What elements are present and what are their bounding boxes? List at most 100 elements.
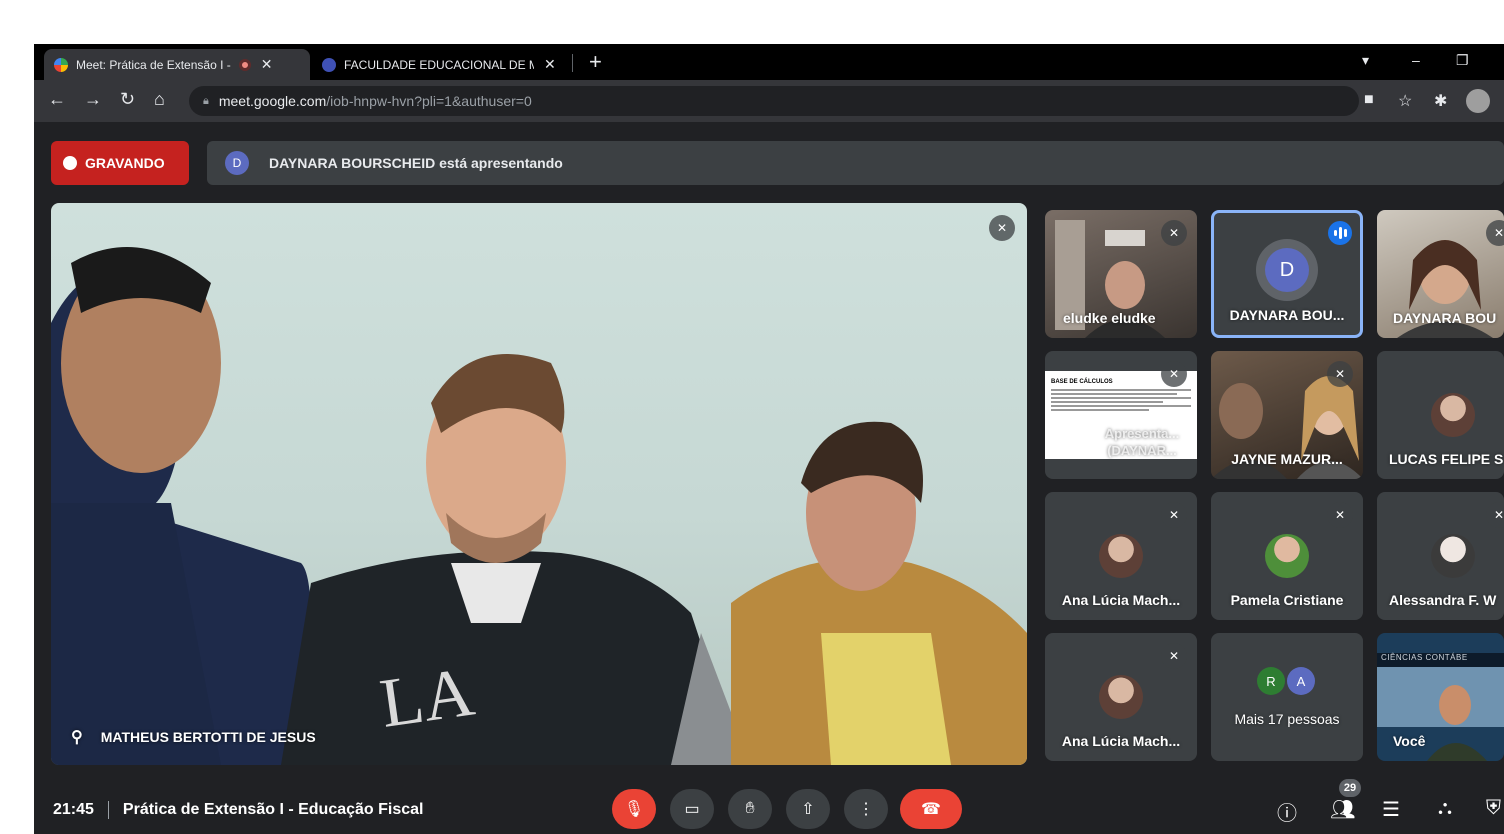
participant-name: Alessandra F. W: [1389, 592, 1497, 608]
self-view-banner: CIÊNCIAS CONTÁBE: [1381, 653, 1468, 662]
video-camera-icon: ▭: [684, 801, 700, 818]
divider: [107, 801, 109, 819]
mic-off-icon: ✕: [1161, 361, 1187, 387]
more-people-label: Mais 17 pessoas: [1234, 711, 1340, 727]
restore-icon[interactable]: ❐: [1456, 52, 1469, 69]
recording-indicator-icon: [238, 58, 251, 71]
camera-in-use-icon[interactable]: ■: [1364, 91, 1374, 109]
reload-icon[interactable]: ↻: [120, 89, 135, 109]
participant-tile-speaking[interactable]: D DAYNARA BOU...: [1211, 210, 1363, 338]
speaking-indicator-icon: [1328, 221, 1352, 245]
minimize-icon[interactable]: –: [1412, 52, 1420, 68]
people-icon[interactable]: 👥︎: [1330, 797, 1355, 822]
bookmark-star-icon[interactable]: ☆: [1398, 91, 1412, 111]
participant-tile[interactable]: ✕ Pamela Cristiane: [1211, 492, 1363, 620]
extensions-icon[interactable]: ✱: [1434, 91, 1447, 111]
tab-divider: [572, 54, 573, 72]
mic-off-icon: ✕: [1161, 643, 1187, 669]
mic-off-icon: ✕: [1327, 361, 1353, 387]
participant-name: Ana Lúcia Mach...: [1061, 592, 1181, 608]
mic-off-icon: ✕: [989, 215, 1015, 241]
main-video[interactable]: LA ✕ ⚲ MATHEUS BERTOTTI DE JESUS: [51, 203, 1027, 765]
participant-tile[interactable]: ✕ JAYNE MAZUR...: [1211, 351, 1363, 479]
close-tab-icon[interactable]: ✕: [261, 56, 273, 73]
mic-off-icon: ✕: [1161, 502, 1187, 528]
more-options-button[interactable]: ⋮: [844, 789, 888, 829]
participant-name: DAYNARA BOU...: [1229, 307, 1345, 323]
meeting-details: 21:45 Prática de Extensão I - Educação F…: [53, 801, 424, 819]
chat-icon[interactable]: ☰: [1382, 797, 1400, 822]
hang-up-icon: ☎︎: [921, 801, 941, 818]
participant-avatar: [1099, 534, 1143, 578]
tab-search-icon[interactable]: ▾: [1362, 52, 1369, 69]
faculdade-favicon-icon: [322, 57, 336, 72]
close-tab-icon[interactable]: ✕: [544, 56, 556, 73]
tab-meet[interactable]: Meet: Prática de Extensão I - ✕: [44, 49, 310, 80]
participant-name: eludke eludke: [1063, 310, 1156, 326]
url-domain: meet.google.com: [218, 93, 327, 109]
tab-title: Meet: Prática de Extensão I -: [76, 57, 231, 72]
new-tab-icon[interactable]: +: [589, 51, 602, 73]
participant-tile[interactable]: ✕ DAYNARA BOU: [1377, 210, 1504, 338]
svg-text:LA: LA: [376, 654, 480, 743]
more-vert-icon: ⋮: [858, 801, 874, 818]
tab-title: FACULDADE EDUCACIONAL DE M: [344, 57, 534, 72]
meeting-info-icon[interactable]: ⓘ: [1277, 797, 1297, 826]
mini-avatar: R: [1257, 667, 1285, 695]
activities-icon[interactable]: ⛬: [1438, 797, 1452, 820]
hand-icon: ✋︎: [745, 800, 755, 817]
leave-call-button[interactable]: ☎︎: [900, 789, 962, 829]
home-icon[interactable]: ⌂: [154, 89, 165, 109]
more-people-avatars: R A: [1257, 667, 1315, 695]
camera-toggle-button[interactable]: ▭: [670, 789, 714, 829]
pin-icon[interactable]: ⚲: [71, 727, 83, 747]
meeting-title: Prática de Extensão I - Educação Fiscal: [122, 801, 424, 818]
tab-strip: Meet: Prática de Extensão I - ✕ FACULDAD…: [34, 44, 1504, 80]
participant-tile[interactable]: ✕ eludke eludke: [1045, 210, 1197, 338]
present-screen-button[interactable]: ⇧: [786, 789, 830, 829]
presenting-text: DAYNARA BOURSCHEID está apresentando: [269, 155, 563, 171]
participant-name: Ana Lúcia Mach...: [1061, 733, 1181, 749]
participant-tile[interactable]: ✕ Ana Lúcia Mach...: [1045, 492, 1197, 620]
mic-off-icon: ✕: [1327, 502, 1353, 528]
participant-name: JAYNE MAZUR...: [1231, 451, 1343, 467]
mic-off-icon: ✕: [1161, 220, 1187, 246]
tab-faculdade[interactable]: FACULDADE EDUCACIONAL DE M ✕: [312, 49, 572, 80]
participant-avatar: D: [1256, 239, 1318, 301]
presenter-avatar: D: [225, 151, 249, 175]
self-view-tile[interactable]: CIÊNCIAS CONTÁBE Você: [1377, 633, 1504, 761]
video-people-graphic: LA: [51, 247, 1027, 765]
participant-tile[interactable]: ✕ Ana Lúcia Mach...: [1045, 633, 1197, 761]
meet-favicon-icon: [54, 57, 68, 72]
participant-name: LUCAS FELIPE S: [1389, 451, 1504, 467]
address-toolbar: ← → ↻ ⌂ 🔒︎ meet.google.com /iob-hnpw-hvn…: [34, 80, 1504, 122]
mic-toggle-button[interactable]: 🎙︎: [612, 789, 656, 829]
participant-avatar: [1431, 393, 1475, 437]
profile-avatar[interactable]: [1466, 89, 1490, 113]
browser-window: Meet: Prática de Extensão I - ✕ FACULDAD…: [34, 44, 1504, 834]
main-speaker-name: MATHEUS BERTOTTI DE JESUS: [100, 729, 316, 745]
participant-count-badge: 29: [1339, 779, 1361, 797]
back-icon[interactable]: ←: [48, 89, 66, 109]
present-icon: ⇧: [801, 801, 815, 818]
meeting-time: 21:45: [53, 801, 94, 818]
presenting-banner: D DAYNARA BOURSCHEID está apresentando: [207, 141, 1504, 185]
host-controls-icon[interactable]: ⛨: [1486, 797, 1501, 820]
recording-badge: GRAVANDO: [51, 141, 189, 185]
participant-avatar: [1431, 534, 1475, 578]
participant-tile-presentation[interactable]: BASE DE CÁLCULOS ✕ Apresenta... (DAYNAR.…: [1045, 351, 1197, 479]
participant-name: DAYNARA BOU: [1393, 310, 1497, 326]
raise-hand-button[interactable]: ✋︎: [728, 789, 772, 829]
url-path: /iob-hnpw-hvn?pli=1&authuser=0: [326, 93, 532, 109]
mini-avatar: A: [1287, 667, 1315, 695]
self-view-name: Você: [1393, 733, 1426, 749]
more-people-tile[interactable]: R A Mais 17 pessoas: [1211, 633, 1363, 761]
participant-avatar: [1099, 675, 1143, 719]
lock-icon: 🔒︎: [203, 94, 209, 107]
forward-icon[interactable]: →: [84, 89, 102, 109]
address-bar[interactable]: 🔒︎ meet.google.com /iob-hnpw-hvn?pli=1&a…: [189, 86, 1359, 116]
main-speaker-label: ⚲ MATHEUS BERTOTTI DE JESUS: [71, 727, 316, 747]
participant-tile[interactable]: ✕ Alessandra F. W: [1377, 492, 1504, 620]
participant-tile[interactable]: LUCAS FELIPE S: [1377, 351, 1504, 479]
participant-name: Pamela Cristiane: [1230, 592, 1344, 608]
